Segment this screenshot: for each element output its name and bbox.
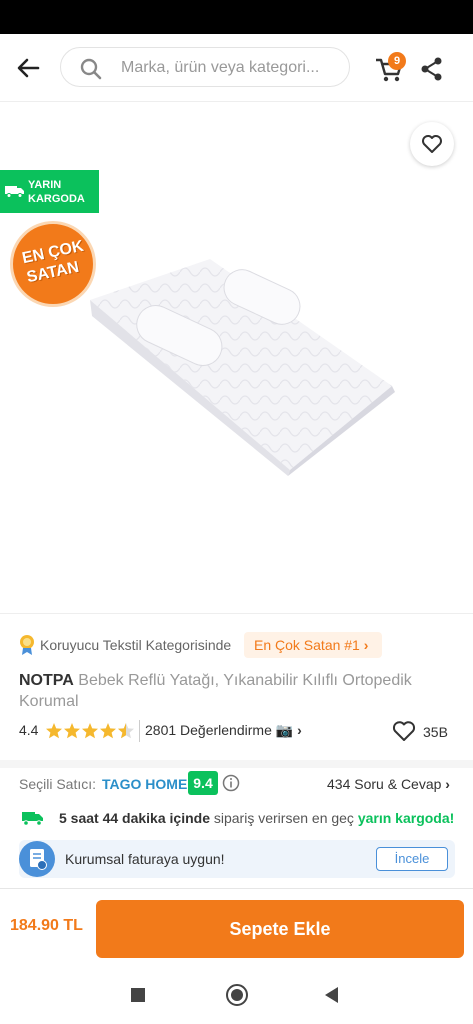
search-placeholder: Marka, ürün veya kategori... [121,59,320,76]
delivery-middle: sipariş verirsen en geç [209,810,358,826]
back-nav-button[interactable] [325,987,338,1003]
product-name: Bebek Reflü Yatağı, Yıkanabilir Kılıflı … [19,672,412,710]
corporate-invoice-banner: Kurumsal faturaya uygun! İncele [19,840,455,878]
rating-separator [139,720,140,742]
fast-delivery-badge: YARIN KARGODA [0,170,99,213]
qa-count: 434 Soru & Cevap [327,776,442,792]
seller-name[interactable]: TAGO HOME [102,776,187,792]
share-icon [421,57,442,81]
camera-icon: 📷 [275,722,294,738]
delivery-info: 5 saat 44 dakika içinde sipariş verirsen… [19,807,459,829]
rating-score: 4.4 [19,722,39,738]
info-icon[interactable] [222,774,240,792]
reviews-link[interactable]: 2801 Değerlendirme 📷 › [145,722,302,739]
seller-score-badge: 9.4 [188,771,218,795]
chevron-right-icon: › [445,776,450,792]
search-icon [80,58,102,80]
back-button[interactable] [12,54,44,82]
rating-row: 4.4 2801 Değerlendirme 📷 › 35B [19,720,459,742]
favorite-button[interactable] [410,122,454,166]
home-button[interactable] [226,984,248,1006]
bestseller-badge: EN ÇOK SATAN [10,221,96,307]
qa-link[interactable]: 434 Soru & Cevap › [327,776,450,792]
heart-outline-icon[interactable] [392,720,416,742]
product-price: 184.90 TL [10,917,83,934]
seller-row[interactable]: Seçili Satıcı: TAGO HOME 9.4 434 Soru & … [19,771,459,795]
recents-button[interactable] [131,988,145,1002]
category-rank-label: En Çok Satan #1 [254,637,360,653]
document-icon [30,849,47,870]
reviews-count: 2801 Değerlendirme [145,722,272,738]
delivery-highlight: yarın kargoda! [357,810,455,826]
chevron-right-icon: › [297,722,302,738]
medal-icon [20,635,34,655]
share-button[interactable] [420,56,444,82]
back-arrow-icon [17,58,40,78]
delivery-text: 5 saat 44 dakika içinde sipariş verirsen… [59,810,454,826]
rating-stars-icon [46,723,134,739]
bottom-action-bar: 184.90 TL Sepete Ekle [0,888,473,968]
invoice-icon [19,841,55,877]
seller-label: Seçili Satıcı: [19,776,97,792]
section-divider [0,760,473,768]
category-rank-row[interactable]: Koruyucu Tekstil Kategorisinde En Çok Sa… [18,632,458,658]
delivery-truck-icon [22,812,43,826]
product-title: NOTPA Bebek Reflü Yatağı, Yıkanabilir Kı… [19,670,459,712]
chevron-right-icon: › [363,637,369,653]
invoice-text: Kurumsal faturaya uygun! [65,851,225,867]
truck-icon [5,186,24,198]
category-text: Koruyucu Tekstil Kategorisinde [40,637,232,653]
invoice-inspect-button[interactable]: İncele [376,847,448,871]
top-bar: Marka, ürün veya kategori... 9 [0,34,473,102]
kargo-badge-line1: YARIN [28,179,62,191]
search-input[interactable]: Marka, ürün veya kategori... [60,47,350,87]
status-bar [0,0,473,34]
category-rank-badge[interactable]: En Çok Satan #1 › [244,632,383,658]
like-count: 35B [423,724,448,740]
add-to-cart-button[interactable]: Sepete Ekle [96,900,464,958]
product-brand: NOTPA [19,672,74,689]
heart-icon [422,135,442,153]
android-nav-bar [0,968,473,1024]
cart-count-badge: 9 [388,52,406,70]
kargo-badge-line2: KARGODA [28,193,85,205]
delivery-time: 5 saat 44 dakika içinde [59,810,210,826]
